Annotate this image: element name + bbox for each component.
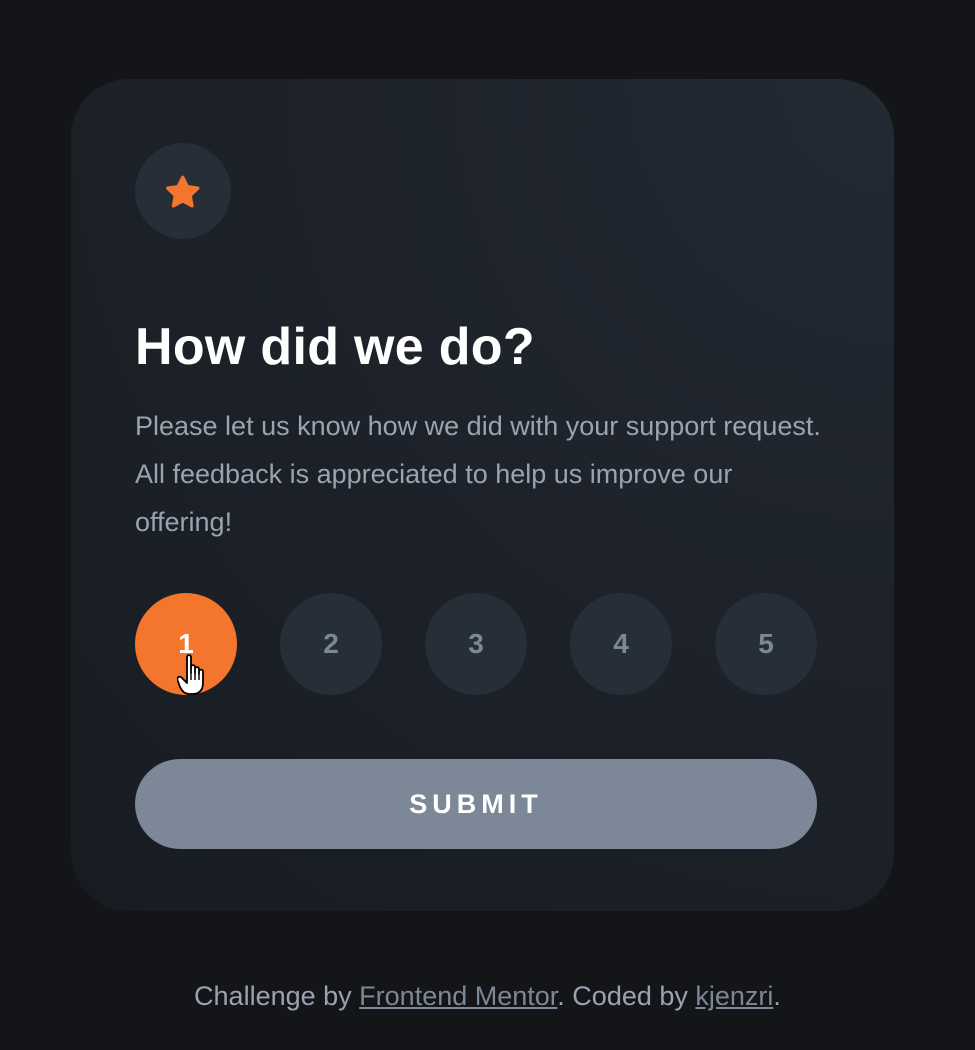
star-icon-badge [135, 143, 231, 239]
frontend-mentor-link[interactable]: Frontend Mentor [359, 981, 557, 1011]
rating-options: 1 2 3 4 5 [135, 593, 817, 695]
rating-label: 4 [613, 628, 629, 659]
star-icon [166, 174, 200, 207]
rating-button-4[interactable]: 4 [570, 593, 672, 695]
rating-card: How did we do? Please let us know how we… [71, 79, 894, 911]
footer-middle: . Coded by [557, 981, 696, 1011]
author-link[interactable]: kjenzri [695, 981, 773, 1011]
footer-suffix: . [773, 981, 781, 1011]
rating-button-2[interactable]: 2 [280, 593, 382, 695]
rating-label: 2 [323, 628, 339, 659]
rating-button-5[interactable]: 5 [715, 593, 817, 695]
hand-pointer-icon [177, 654, 204, 695]
card-description: Please let us know how we did with your … [135, 411, 821, 537]
rating-label: 5 [758, 628, 774, 659]
rating-label: 3 [468, 628, 484, 659]
submit-button[interactable]: SUBMIT [135, 759, 817, 849]
card-title: How did we do? [135, 318, 535, 376]
footer-prefix: Challenge by [194, 981, 360, 1011]
rating-button-1[interactable]: 1 [135, 593, 237, 695]
rating-button-3[interactable]: 3 [425, 593, 527, 695]
attribution-footer: Challenge by Frontend Mentor. Coded by k… [0, 976, 975, 1016]
